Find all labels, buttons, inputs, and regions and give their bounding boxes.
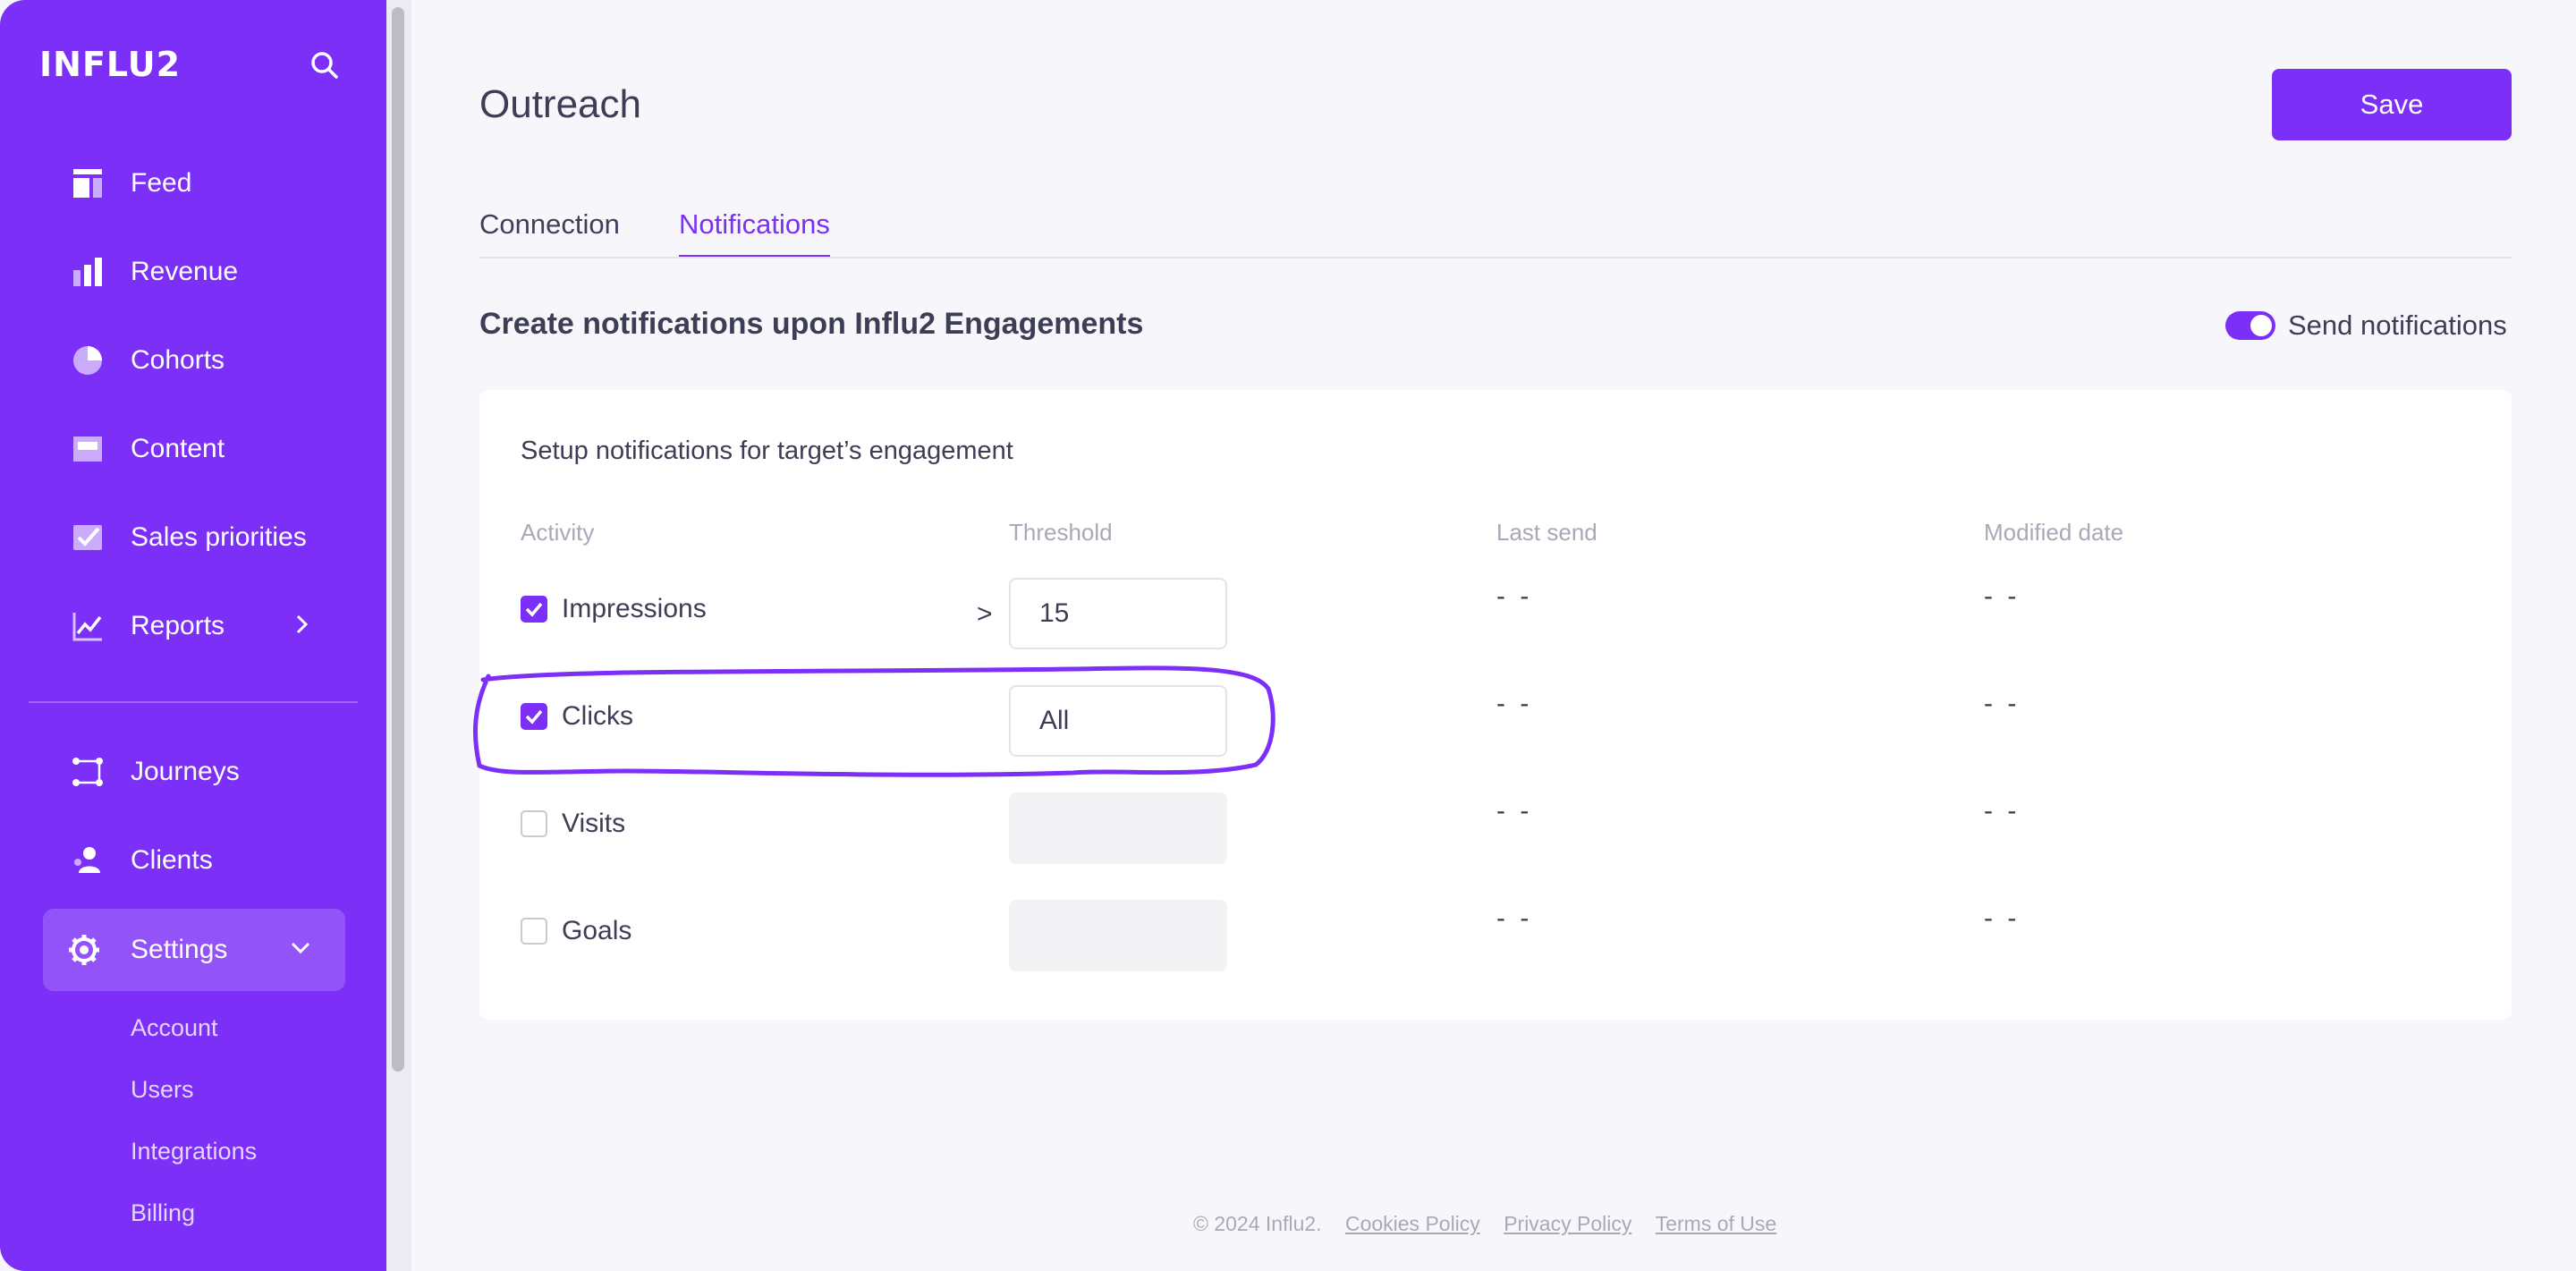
last-send-value: - - bbox=[1496, 903, 1533, 933]
journeys-icon bbox=[70, 754, 106, 790]
sidebar-item-reports[interactable]: Reports bbox=[70, 586, 374, 666]
copyright: © 2024 Influ2. bbox=[1193, 1212, 1322, 1235]
privacy-policy-link[interactable]: Privacy Policy bbox=[1504, 1212, 1631, 1235]
sidebar-item-sales-priorities[interactable]: Sales priorities bbox=[70, 497, 374, 578]
last-send-value: - - bbox=[1496, 689, 1533, 718]
content-icon bbox=[70, 431, 106, 467]
clicks-checkbox[interactable] bbox=[521, 703, 547, 730]
modified-date-value: - - bbox=[1984, 796, 2021, 826]
sidebar-item-revenue[interactable]: Revenue bbox=[70, 232, 374, 312]
send-notifications-toggle[interactable] bbox=[2225, 311, 2275, 340]
sidebar-item-label: Journeys bbox=[131, 757, 240, 786]
sidebar-item-settings[interactable]: Settings bbox=[43, 909, 345, 991]
sidebar-divider bbox=[29, 701, 358, 703]
checkmark-icon bbox=[70, 520, 106, 555]
sidebar-item-content[interactable]: Content bbox=[70, 409, 374, 489]
terms-of-use-link[interactable]: Terms of Use bbox=[1656, 1212, 1776, 1235]
sidebar-subitem-integrations[interactable]: Integrations bbox=[131, 1138, 257, 1165]
modified-date-value: - - bbox=[1984, 581, 2021, 611]
activity-label: Impressions bbox=[562, 594, 707, 623]
feed-icon bbox=[70, 165, 106, 201]
column-header-activity: Activity bbox=[521, 519, 595, 546]
sidebar-item-label: Content bbox=[131, 434, 225, 463]
chevron-right-icon bbox=[293, 614, 311, 640]
visits-threshold-input bbox=[1009, 792, 1227, 864]
activity-label: Clicks bbox=[562, 701, 633, 731]
impressions-threshold-input[interactable]: 15 bbox=[1009, 578, 1227, 649]
sidebar-item-label: Settings bbox=[131, 935, 228, 964]
tab-notifications[interactable]: Notifications bbox=[679, 208, 830, 258]
sidebar-item-label: Revenue bbox=[131, 257, 239, 286]
sidebar-item-label: Sales priorities bbox=[131, 522, 307, 552]
send-notifications-label: Send notifications bbox=[2288, 309, 2507, 341]
page-title: Outreach bbox=[479, 82, 641, 126]
search-icon[interactable] bbox=[309, 50, 345, 86]
clicks-threshold-select[interactable]: All bbox=[1009, 685, 1227, 757]
sidebar-item-label: Feed bbox=[131, 168, 192, 198]
card-title: Setup notifications for target’s engagem… bbox=[521, 436, 1013, 465]
sidebar-item-label: Clients bbox=[131, 845, 213, 875]
last-send-value: - - bbox=[1496, 581, 1533, 611]
sidebar-subitem-account[interactable]: Account bbox=[131, 1014, 218, 1042]
sidebar-subitem-billing[interactable]: Billing bbox=[131, 1199, 195, 1227]
app-logo: INFLU2 bbox=[39, 45, 182, 84]
visits-checkbox[interactable] bbox=[521, 810, 547, 837]
sidebar-item-label: Cohorts bbox=[131, 345, 225, 375]
sidebar-item-feed[interactable]: Feed bbox=[70, 143, 374, 224]
sidebar-item-journeys[interactable]: Journeys bbox=[70, 732, 374, 812]
last-send-value: - - bbox=[1496, 796, 1533, 826]
scrollbar-thumb[interactable] bbox=[392, 7, 404, 1072]
sidebar-item-cohorts[interactable]: Cohorts bbox=[70, 320, 374, 401]
section-title: Create notifications upon Influ2 Engagem… bbox=[479, 307, 1144, 341]
chevron-down-icon bbox=[290, 939, 311, 962]
modified-date-value: - - bbox=[1984, 903, 2021, 933]
sidebar-item-label: Reports bbox=[131, 611, 225, 640]
bar-chart-icon bbox=[70, 254, 106, 290]
pie-chart-icon bbox=[70, 343, 106, 378]
cookies-policy-link[interactable]: Cookies Policy bbox=[1345, 1212, 1480, 1235]
column-header-threshold: Threshold bbox=[1009, 519, 1113, 546]
activity-label: Visits bbox=[562, 809, 626, 838]
column-header-last-send: Last send bbox=[1496, 519, 1597, 546]
column-header-modified-date: Modified date bbox=[1984, 519, 2124, 546]
goals-checkbox[interactable] bbox=[521, 918, 547, 945]
sidebar: INFLU2 Feed Revenue Cohorts Content Sale… bbox=[0, 0, 386, 1271]
line-chart-icon bbox=[70, 608, 106, 644]
activity-label: Goals bbox=[562, 916, 632, 945]
modified-date-value: - - bbox=[1984, 689, 2021, 718]
gear-icon bbox=[66, 932, 102, 968]
goals-threshold-input bbox=[1009, 900, 1227, 971]
clients-icon bbox=[70, 843, 106, 878]
notifications-card: Setup notifications for target’s engagem… bbox=[479, 390, 2512, 1020]
footer: © 2024 Influ2. Cookies Policy Privacy Po… bbox=[1193, 1212, 1776, 1236]
tab-connection[interactable]: Connection bbox=[479, 208, 620, 255]
tabs-divider bbox=[479, 257, 2512, 258]
toggle-knob bbox=[2250, 315, 2272, 336]
sidebar-subitem-users[interactable]: Users bbox=[131, 1076, 194, 1104]
impressions-checkbox[interactable] bbox=[521, 596, 547, 623]
threshold-operator: > bbox=[977, 599, 993, 629]
sidebar-item-clients[interactable]: Clients bbox=[70, 820, 374, 901]
save-button[interactable]: Save bbox=[2272, 69, 2512, 140]
